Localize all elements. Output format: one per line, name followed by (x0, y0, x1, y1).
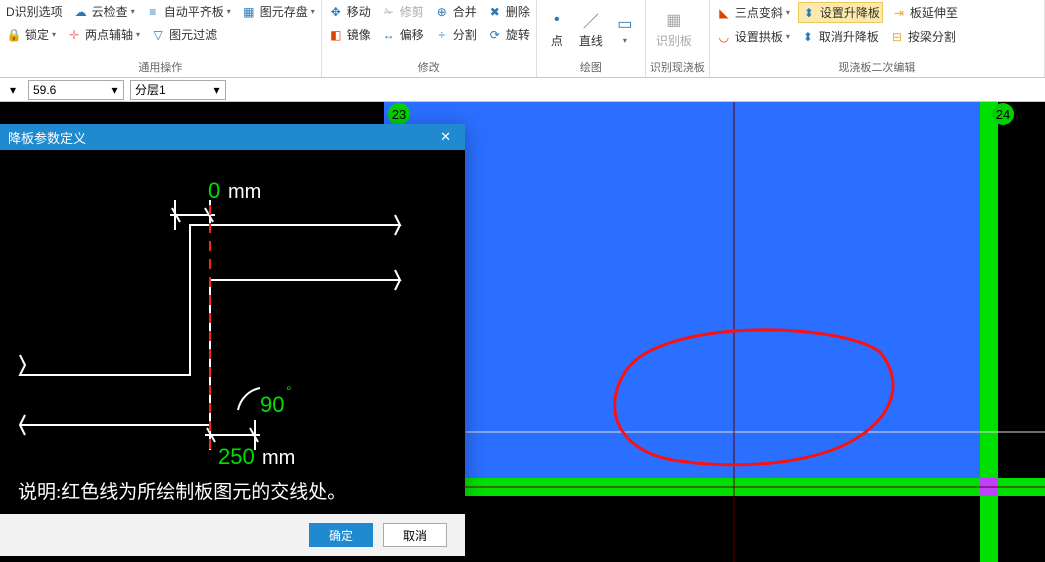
dialog-titlebar[interactable]: 降板参数定义 ✕ (0, 124, 465, 150)
dialog-title-text: 降板参数定义 (8, 128, 86, 147)
secondary-toolbar: ▾ ▾ ▾ (0, 78, 1045, 102)
level-icon: ≡ (145, 4, 161, 20)
layer-input[interactable] (130, 80, 208, 100)
group-label-slab-edit: 现浇板二次编辑 (714, 57, 1040, 75)
offset-icon: ↔ (381, 27, 397, 43)
btn-point[interactable]: •点 (541, 8, 573, 51)
move-icon: ✥ (328, 4, 344, 20)
btn-delete[interactable]: ✖删除 (485, 2, 532, 21)
arch-icon: ◡ (716, 29, 732, 45)
ribbon-group-slab-edit: ◣三点变斜▾ ⬍设置升降板 ⇥板延伸至 ◡设置拱板▾ ⬍取消升降板 ⊟按梁分割 … (710, 0, 1045, 77)
group-label-draw: 绘图 (541, 57, 641, 75)
filter-icon: ▽ (150, 27, 166, 43)
axis-marker-23: 23 (392, 107, 406, 122)
extend-icon: ⇥ (891, 5, 907, 21)
cancel-button[interactable]: 取消 (383, 523, 447, 547)
btn-lock[interactable]: 🔒锁定▾ (4, 25, 58, 44)
btn-set-lift-slab[interactable]: ⬍设置升降板 (798, 2, 883, 23)
beam-split-icon: ⊟ (889, 29, 905, 45)
btn-split[interactable]: ÷分割 (432, 25, 479, 44)
angle-value: 90 (260, 392, 284, 417)
btn-split-by-beam[interactable]: ⊟按梁分割 (887, 27, 958, 46)
dialog-body: 0 mm 90 ° 250 mm 说明:红色线为所绘制板图元的交线处。 (0, 150, 465, 514)
cloud-icon: ☁ (73, 4, 89, 20)
btn-two-point-axis[interactable]: ✛两点辅轴▾ (64, 25, 142, 44)
btn-offset[interactable]: ↔偏移 (379, 25, 426, 44)
secondary-leading-dropdown[interactable]: ▾ (4, 83, 22, 97)
trim-icon: ✁ (381, 4, 397, 20)
width-unit: mm (262, 447, 295, 469)
point-icon: • (547, 10, 567, 30)
axis-marker-24: 24 (996, 107, 1010, 122)
ok-button[interactable]: 确定 (309, 523, 373, 547)
btn-auto-level-slab[interactable]: ≡自动平齐板▾ (143, 2, 233, 21)
save-icon: ▦ (241, 4, 257, 20)
btn-rect[interactable]: ▭▾ (609, 12, 641, 47)
recognize-slab-icon: ▦ (664, 10, 684, 30)
group-label-general: 通用操作 (4, 57, 317, 75)
line-icon: ／ (581, 10, 601, 30)
mirror-icon: ◧ (328, 27, 344, 43)
btn-cloud-check[interactable]: ☁云检查▾ (71, 2, 137, 21)
btn-recognize-options[interactable]: D识别选项 (4, 2, 65, 21)
dialog-close-button[interactable]: ✕ (434, 129, 457, 145)
btn-recognize-slab[interactable]: ▦识别板 (650, 8, 698, 51)
ribbon-group-draw: •点 ／直线 ▭▾ 绘图 (537, 0, 646, 77)
cancel-lift-icon: ⬍ (800, 29, 816, 45)
btn-slab-extend[interactable]: ⇥板延伸至 (889, 3, 960, 22)
ribbon: D识别选项 ☁云检查▾ ≡自动平齐板▾ ▦图元存盘▾ 🔒锁定▾ ✛两点辅轴▾ ▽… (0, 0, 1045, 78)
group-label-recognize-slab: 识别现浇板 (650, 57, 705, 75)
btn-line[interactable]: ／直线 (573, 8, 609, 51)
ribbon-group-modify: ✥移动 ✁修剪 ⊕合并 ✖删除 ◧镜像 ↔偏移 ÷分割 ⟳旋转 修改 (322, 0, 537, 77)
split-icon: ÷ (434, 27, 450, 43)
angle-unit: ° (286, 383, 292, 399)
ribbon-group-recognize-slab: ▦识别板 识别现浇板 (646, 0, 710, 77)
offset-unit: mm (228, 181, 261, 203)
btn-rotate[interactable]: ⟳旋转 (485, 25, 532, 44)
btn-trim[interactable]: ✁修剪 (379, 2, 426, 21)
offset-value: 0 (208, 178, 220, 203)
btn-mirror[interactable]: ◧镜像 (326, 25, 373, 44)
group-label-modify: 修改 (326, 57, 532, 75)
btn-cancel-lift-slab[interactable]: ⬍取消升降板 (798, 27, 881, 46)
slope-icon: ◣ (716, 5, 732, 21)
dialog-note: 说明:红色线为所绘制板图元的交线处。 (18, 477, 346, 504)
rotate-icon: ⟳ (487, 27, 503, 43)
width-value: 250 (218, 444, 255, 469)
delete-icon: ✖ (487, 4, 503, 20)
btn-move[interactable]: ✥移动 (326, 2, 373, 21)
lock-icon: 🔒 (6, 27, 22, 43)
btn-element-save[interactable]: ▦图元存盘▾ (239, 2, 317, 21)
rect-icon: ▭ (615, 14, 635, 34)
btn-merge[interactable]: ⊕合并 (432, 2, 479, 21)
lift-slab-icon: ⬍ (801, 5, 817, 21)
btn-element-filter[interactable]: ▽图元过滤 (148, 25, 219, 44)
ribbon-group-general: D识别选项 ☁云检查▾ ≡自动平齐板▾ ▦图元存盘▾ 🔒锁定▾ ✛两点辅轴▾ ▽… (0, 0, 322, 77)
merge-icon: ⊕ (434, 4, 450, 20)
layer-dropdown[interactable]: ▾ (208, 80, 226, 100)
lift-slab-params-dialog: 降板参数定义 ✕ (0, 124, 465, 556)
dialog-footer: 确定 取消 (0, 514, 465, 556)
btn-three-point-slope[interactable]: ◣三点变斜▾ (714, 3, 792, 22)
elevation-dropdown[interactable]: ▾ (106, 80, 124, 100)
btn-set-arch-slab[interactable]: ◡设置拱板▾ (714, 27, 792, 46)
elevation-input[interactable] (28, 80, 106, 100)
axis-icon: ✛ (66, 27, 82, 43)
